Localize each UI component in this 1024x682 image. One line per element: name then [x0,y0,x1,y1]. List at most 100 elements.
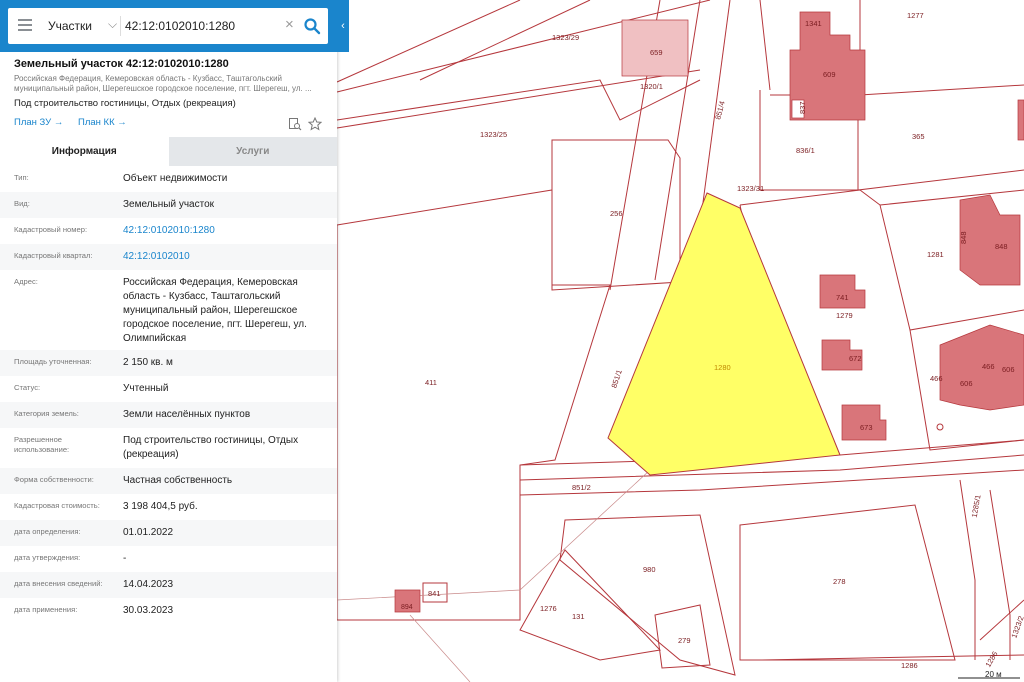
parcel-boundary [519,469,1024,496]
attribute-value: 14.04.2023 [123,579,174,590]
label-365: 365 [912,132,925,141]
chevron-down-icon[interactable]: ⌵ [108,17,117,32]
attribute-value-link[interactable]: 42:12:0102010 [109,245,337,270]
attribute-row: Кадастровый номер: 42:12:0102010:1280 [0,218,337,244]
attribute-value: 2 150 кв. м [123,357,173,368]
label-1323-31: 1323/31 [737,184,764,193]
attribute-row: Статус: Учтенный [0,376,337,402]
label-1285-1: 1285/1 [970,494,983,518]
search-bar: Участки ⌵ × [0,0,337,52]
attribute-value: 01.01.2022 [123,527,174,538]
attribute-row: Форма собственности: Частная собственност… [0,468,337,494]
label-1286: 1286 [901,661,918,670]
attribute-value: Российская Федерация, Кемеровская област… [123,277,307,344]
label-1323-25: 1323/25 [480,130,507,139]
search-icon[interactable] [303,17,321,35]
building-848 [959,194,1021,286]
attribute-row: дата утверждения: - [0,546,337,572]
tab-services[interactable]: Услуги [168,137,337,166]
object-header: Земельный участок 42:12:0102010:1280 Рос… [0,52,337,137]
object-use: Под строительство гостиницы, Отдых (рекр… [14,98,236,109]
parcel-boundary [759,0,771,91]
label-851-4: 851/4 [713,100,727,120]
plan-kk-link[interactable]: План КК → [78,117,127,128]
path-line [409,614,471,682]
object-links: План ЗУ → План КК → [14,117,323,137]
attribute-value: Частная собственность [123,475,233,486]
attribute-key: Кадастровая стоимость: [14,501,100,510]
label-851-2: 851/2 [572,483,591,492]
object-title: Земельный участок 42:12:0102010:1280 [14,58,229,70]
scale-label: 20 м [985,670,1002,679]
menu-icon[interactable] [18,19,32,33]
attribute-key: Кадастровый квартал: [14,251,93,260]
collapse-panel-button[interactable]: ‹ [337,0,349,52]
parcel-411 [336,189,611,621]
label-279: 279 [678,636,691,645]
parcel-boundary [759,654,1024,661]
attribute-key: дата внесения сведений: [14,579,103,588]
attribute-key: Форма собственности: [14,475,94,484]
document-search-icon[interactable] [288,117,302,131]
attribute-row: дата определения: 01.01.2022 [0,520,337,546]
attribute-value: Учтенный [123,383,169,394]
attribute-value: 30.03.2023 [123,605,174,616]
label-131: 131 [572,612,585,621]
building-741 [819,274,866,309]
attribute-row: Вид: Земельный участок [0,192,337,218]
attribute-row: Разрешенное использование: Под строительс… [0,428,337,468]
attribute-value: 3 198 404,5 руб. [123,501,198,512]
attribute-key: Статус: [14,383,41,392]
attribute-key: дата определения: [14,527,81,536]
label-606: 606 [960,379,973,388]
clear-icon[interactable]: × [285,16,294,33]
label-1286-vertical: 1286 [983,650,999,669]
label-741: 741 [836,293,849,302]
parcel-boundary [859,84,1024,96]
label-606-right: 606 [1002,365,1015,374]
attribute-value: Объект недвижимости [123,173,228,184]
attribute-row: Тип: Объект недвижимости [0,166,337,192]
star-icon[interactable] [308,117,322,131]
attribute-table: Тип: Объект недвижимости Вид: Земельный уча… [0,166,337,624]
map-point-marker [936,423,944,431]
info-panel: Участки ⌵ × Земельный участок 42:12:0102… [0,0,337,682]
label-1320-1: 1320/1 [640,82,663,91]
label-659: 659 [650,48,663,57]
parcel-boundary [857,95,1024,191]
attribute-row: Категория земель: Земли населённых пункто… [0,402,337,428]
label-672: 672 [849,354,862,363]
attribute-row: Адрес: Российская Федерация, Кемеровская … [0,270,337,350]
tab-info[interactable]: Информация [0,137,169,166]
attribute-row: Кадастровый квартал: 42:12:0102010 [0,244,337,270]
attribute-row: Кадастровая стоимость: 3 198 404,5 руб. [0,494,337,520]
path-line [336,469,651,601]
attribute-key: Тип: [14,173,29,182]
label-673: 673 [860,423,873,432]
search-box: Участки ⌵ × [8,8,328,44]
plan-zu-link[interactable]: План ЗУ → [14,117,63,128]
attribute-key: Категория земель: [14,409,79,418]
label-411: 411 [425,378,437,387]
parcel-980 [559,514,736,676]
label-980: 980 [643,565,656,574]
attribute-value: Земли населённых пунктов [123,409,251,420]
attribute-key: Площадь уточненная: [14,357,92,366]
selected-parcel-1280[interactable] [607,192,841,476]
object-address: Российская Федерация, Кемеровская област… [14,74,312,93]
label-841: 841 [428,589,441,598]
attribute-key: Разрешенное использование: [14,435,70,454]
attribute-row: дата внесения сведений: 14.04.2023 [0,572,337,598]
attribute-value: - [123,553,127,564]
label-256: 256 [610,209,623,218]
attribute-row: Площадь уточненная: 2 150 кв. м [0,350,337,376]
label-1280: 1280 [714,363,731,372]
divider [120,16,121,36]
label-1277: 1277 [907,11,924,20]
search-input[interactable] [125,16,285,36]
attribute-value-link[interactable]: 42:12:0102010:1280 [109,219,337,244]
attribute-value: Под строительство гостиницы, Отдых (рекр… [123,435,299,460]
parcel-boundary [989,489,1011,660]
parcel-278 [739,504,956,661]
label-1279: 1279 [836,311,853,320]
